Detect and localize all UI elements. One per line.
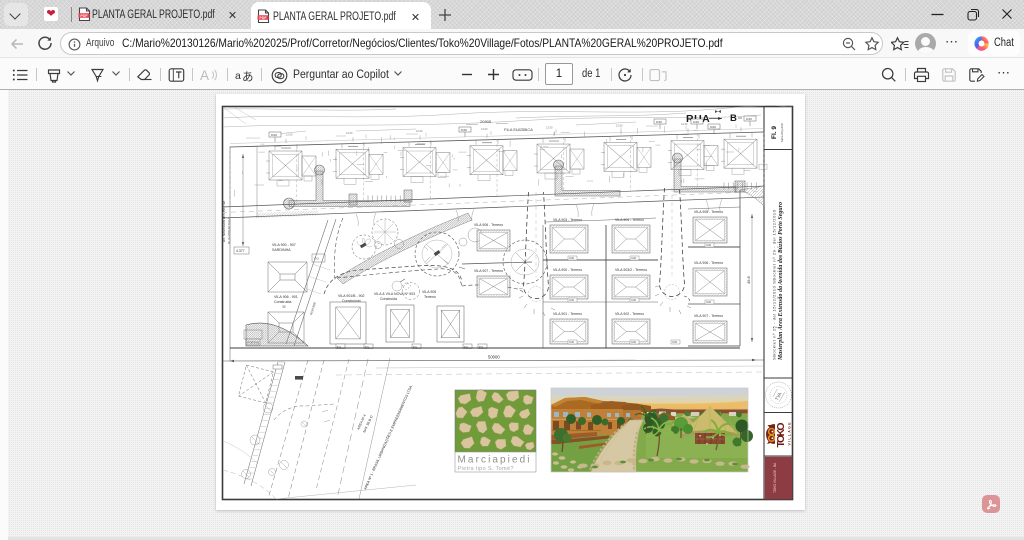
svg-text:VILA 906 - Terreno: VILA 906 - Terreno [694, 261, 723, 265]
svg-text:9.00: 9.00 [693, 120, 699, 124]
svg-text:TOKO: TOKO [775, 423, 787, 448]
svg-text:VILA 907 - Terreno: VILA 907 - Terreno [694, 314, 723, 318]
svg-text:39: 39 [282, 305, 286, 309]
svg-text:12.00: 12.00 [546, 126, 553, 130]
svg-text:VILA 906 - Terreno: VILA 906 - Terreno [474, 223, 503, 227]
svg-text:49.8: 49.8 [746, 275, 751, 284]
svg-text:a: a [235, 70, 241, 82]
svg-text:9.00: 9.00 [631, 257, 636, 260]
svg-text:12.00: 12.00 [286, 133, 293, 137]
svg-text:VILA 907 - Terreno: VILA 907 - Terreno [474, 269, 503, 273]
svg-text:Masterplan Área Extensão da Av: Masterplan Área Extensão da Avenida dos … [776, 202, 784, 361]
svg-text:12.00: 12.00 [681, 122, 688, 126]
svg-text:9.00: 9.00 [569, 257, 574, 260]
svg-text:9.00: 9.00 [710, 125, 716, 129]
svg-text:VILA 906 - 901: VILA 906 - 901 [274, 295, 298, 299]
svg-text:9.00: 9.00 [569, 299, 574, 302]
svg-text:9.00: 9.00 [746, 117, 752, 121]
svg-text:VILA 903 - Terreno: VILA 903 - Terreno [553, 218, 582, 222]
svg-text:A: A [200, 68, 209, 83]
svg-text:VILA 903/2 - Terreno: VILA 903/2 - Terreno [615, 268, 647, 272]
svg-text:9.00: 9.00 [271, 133, 277, 137]
svg-text:VILA 905: VILA 905 [422, 290, 436, 294]
svg-text:9.00: 9.00 [569, 341, 574, 344]
svg-text:Fl. 9: Fl. 9 [771, 126, 778, 139]
svg-text:9.00: 9.00 [461, 128, 467, 132]
svg-text:AV. NAVEGANTES HEYNE: AV. NAVEGANTES HEYNE [222, 200, 226, 242]
svg-text:folha 09 jul/10: folha 09 jul/10 [780, 123, 784, 142]
svg-text:12.00: 12.00 [481, 127, 488, 131]
svg-text:VILA 901/B - 902: VILA 901/B - 902 [338, 294, 365, 298]
svg-text:Construida: Construida [274, 300, 291, 304]
svg-text:Terreno: Terreno [424, 295, 436, 299]
svg-text:12.00: 12.00 [616, 124, 623, 128]
svg-text:VILA & VILA NOVA Nº 903: VILA & VILA NOVA Nº 903 [374, 292, 415, 296]
svg-text:50000: 50000 [488, 355, 500, 360]
svg-text:TOKO VILLAGE - BA: TOKO VILLAGE - BA [773, 462, 777, 493]
svg-text:VILA 904 - Terreno: VILA 904 - Terreno [615, 218, 644, 222]
svg-text:12.00: 12.00 [416, 129, 423, 133]
svg-text:Construindo: Construindo [342, 299, 361, 303]
svg-text:VILA 901 - Terreno: VILA 901 - Terreno [553, 312, 582, 316]
svg-text:Marciapiedi: Marciapiedi [458, 455, 530, 466]
svg-text:4.377: 4.377 [236, 249, 245, 253]
svg-text:20905: 20905 [480, 119, 492, 124]
svg-text:Pietra tipo S. Tomé?: Pietra tipo S. Tomé? [458, 466, 514, 472]
svg-text:9.00: 9.00 [631, 299, 636, 302]
svg-text:Construida: Construida [380, 297, 397, 301]
svg-text:B: B [730, 113, 737, 124]
svg-text:9.00: 9.00 [706, 244, 711, 247]
svg-text:PDF: PDF [259, 16, 267, 20]
svg-text:VILLAGE: VILLAGE [788, 422, 792, 446]
svg-text:VILA 900 - Terreno: VILA 900 - Terreno [553, 268, 582, 272]
svg-text:AREA Nº 1 - BRASIL URBANIZAÇÕE: AREA Nº 1 - BRASIL URBANIZAÇÕES E EMPREE… [362, 384, 413, 491]
svg-text:SARDINHA: SARDINHA [272, 248, 291, 252]
svg-text:9.00: 9.00 [656, 120, 662, 124]
svg-text:12.00: 12.00 [346, 131, 353, 135]
svg-text:RUA 908: RUA 908 [309, 302, 317, 316]
svg-text:SBocklet nº 25 - del 15/12/201: SBocklet nº 25 - del 15/12/2010 SBocklet… [772, 209, 777, 360]
svg-text:9.00: 9.00 [706, 301, 711, 304]
svg-text:PDF: PDF [80, 14, 88, 18]
svg-text:VILA 900 - 907: VILA 900 - 907 [272, 243, 296, 247]
svg-text:9.00: 9.00 [672, 341, 677, 344]
svg-text:VILA 902 - Terreno: VILA 902 - Terreno [615, 312, 644, 316]
svg-text:FILA ELETRICA: FILA ELETRICA [504, 127, 533, 132]
svg-text:VILA 905 - Terreno: VILA 905 - Terreno [694, 210, 723, 214]
svg-text:RUA PROJETADA: RUA PROJETADA [228, 217, 232, 244]
svg-text:9.00: 9.00 [631, 341, 636, 344]
svg-text:あ: あ [242, 71, 254, 84]
